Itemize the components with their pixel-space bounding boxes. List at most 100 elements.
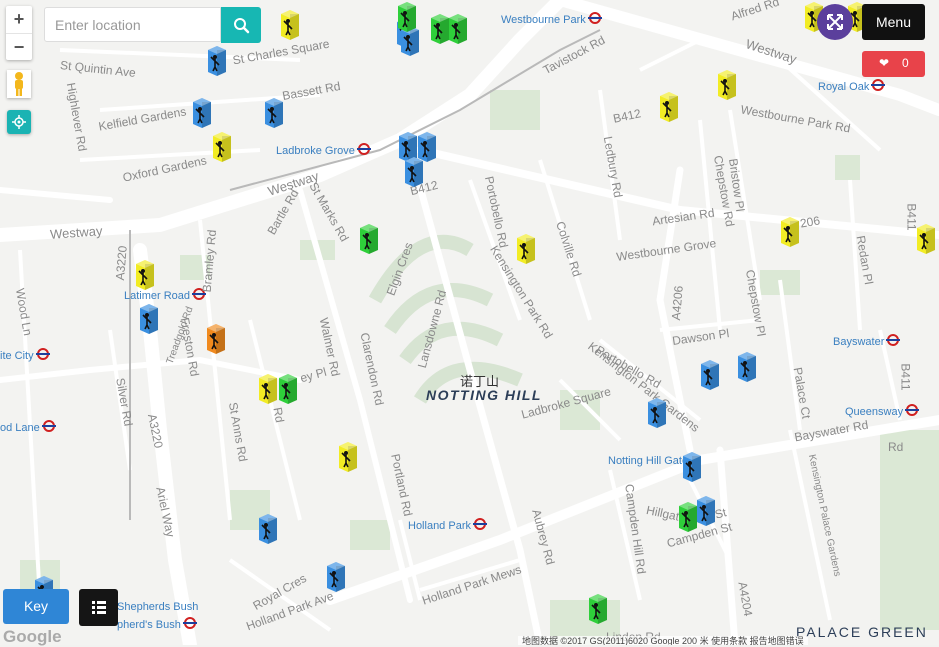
person-cube-icon: [265, 98, 283, 128]
person-cube-icon: [781, 217, 799, 247]
station-label[interactable]: Bayswater: [833, 334, 901, 348]
activity-marker[interactable]: [357, 222, 381, 256]
person-cube-icon: [281, 10, 299, 40]
activity-marker[interactable]: [256, 512, 280, 546]
fullscreen-button[interactable]: [817, 4, 853, 40]
google-logo: Google: [3, 627, 62, 646]
activity-marker[interactable]: [778, 215, 802, 249]
person-cube-icon: [360, 224, 378, 254]
tube-icon: [905, 404, 920, 416]
person-cube-icon: [398, 2, 416, 32]
location-search-input[interactable]: [44, 7, 221, 42]
activity-marker[interactable]: [914, 222, 938, 256]
list-view-button[interactable]: [79, 589, 118, 626]
tube-icon: [886, 334, 901, 346]
tube-icon: [182, 617, 197, 629]
person-cube-icon: [679, 502, 697, 532]
station-label[interactable]: ite City: [0, 348, 50, 362]
person-cube-icon: [683, 452, 701, 482]
activity-marker[interactable]: [133, 258, 157, 292]
person-cube-icon: [136, 260, 154, 290]
person-cube-icon: [701, 360, 719, 390]
activity-marker[interactable]: [278, 8, 302, 42]
map-canvas[interactable]: Westbourne Park Royal Oak Ladbroke Grove…: [0, 0, 939, 645]
activity-marker[interactable]: [657, 90, 681, 124]
map-attribution[interactable]: 地图数据 ©2017 GS(2011)6020 Google 200 米 使用条…: [518, 636, 808, 645]
favorites-button[interactable]: ❤ 0: [862, 51, 925, 77]
street-label: B411: [898, 363, 913, 391]
zoom-control: + −: [6, 6, 32, 60]
person-cube-icon: [917, 224, 935, 254]
person-cube-icon: [517, 234, 535, 264]
tube-icon: [472, 518, 487, 530]
heart-icon: ❤: [879, 56, 890, 70]
person-cube-icon: [738, 352, 756, 382]
expand-icon: [827, 14, 843, 30]
person-cube-icon: [449, 14, 467, 44]
street-view-pegman-icon[interactable]: [7, 70, 31, 98]
area-label: NOTTING HILL: [426, 387, 542, 403]
activity-marker[interactable]: [262, 96, 286, 130]
activity-marker[interactable]: [137, 302, 161, 336]
activity-marker[interactable]: [402, 155, 426, 189]
activity-marker[interactable]: [190, 96, 214, 130]
activity-marker[interactable]: [324, 560, 348, 594]
person-cube-icon: [648, 398, 666, 428]
person-cube-icon: [339, 442, 357, 472]
street-label: Rd: [270, 406, 287, 424]
person-cube-icon: [193, 98, 211, 128]
person-cube-icon: [208, 46, 226, 76]
person-cube-icon: [213, 132, 231, 162]
station-label[interactable]: Ladbroke Grove: [276, 143, 371, 157]
person-cube-icon: [259, 514, 277, 544]
station-label[interactable]: pherd's Bush: [117, 617, 197, 631]
activity-marker[interactable]: [205, 44, 229, 78]
person-cube-icon: [207, 324, 225, 354]
locate-me-button[interactable]: [7, 110, 31, 134]
activity-marker[interactable]: [735, 350, 759, 384]
tube-icon: [356, 143, 371, 155]
station-label[interactable]: Shepherds Bush: [117, 601, 198, 613]
crosshair-icon: [12, 115, 26, 129]
activity-marker[interactable]: [698, 358, 722, 392]
search-button[interactable]: [221, 7, 261, 43]
person-cube-icon: [327, 562, 345, 592]
person-cube-icon: [140, 304, 158, 334]
activity-marker[interactable]: [586, 592, 610, 626]
activity-marker[interactable]: [336, 440, 360, 474]
list-icon: [92, 601, 106, 614]
station-label[interactable]: Queensway: [845, 404, 920, 418]
tube-icon: [35, 348, 50, 360]
zoom-in-button[interactable]: +: [6, 6, 32, 33]
person-cube-icon: [279, 374, 297, 404]
tube-icon: [587, 12, 602, 24]
person-cube-icon: [660, 92, 678, 122]
palace-green-label: PALACE GREEN: [796, 624, 928, 640]
activity-marker[interactable]: [715, 68, 739, 102]
person-cube-icon: [405, 157, 423, 187]
key-button[interactable]: Key: [3, 589, 69, 624]
activity-marker[interactable]: [680, 450, 704, 484]
tube-icon: [41, 420, 56, 432]
station-label[interactable]: Westbourne Park: [501, 12, 602, 26]
menu-button[interactable]: Menu: [862, 4, 925, 40]
zoom-out-button[interactable]: −: [6, 33, 32, 61]
street-label: A4206: [668, 285, 686, 321]
search-icon: [234, 18, 250, 34]
station-label[interactable]: Notting Hill Gate: [608, 455, 688, 467]
station-label[interactable]: Royal Oak: [818, 79, 886, 93]
tube-icon: [871, 79, 886, 91]
station-label[interactable]: Holland Park: [408, 518, 487, 532]
activity-marker[interactable]: [446, 12, 470, 46]
person-cube-icon: [718, 70, 736, 100]
activity-marker[interactable]: [210, 130, 234, 164]
activity-marker[interactable]: [645, 396, 669, 430]
person-cube-icon: [589, 594, 607, 624]
activity-marker[interactable]: [276, 372, 300, 406]
station-label[interactable]: od Lane: [0, 420, 56, 434]
favorites-count: 0: [902, 56, 909, 70]
activity-marker[interactable]: [514, 232, 538, 266]
activity-marker[interactable]: [395, 0, 419, 34]
activity-marker[interactable]: [676, 500, 700, 534]
activity-marker[interactable]: [204, 322, 228, 356]
